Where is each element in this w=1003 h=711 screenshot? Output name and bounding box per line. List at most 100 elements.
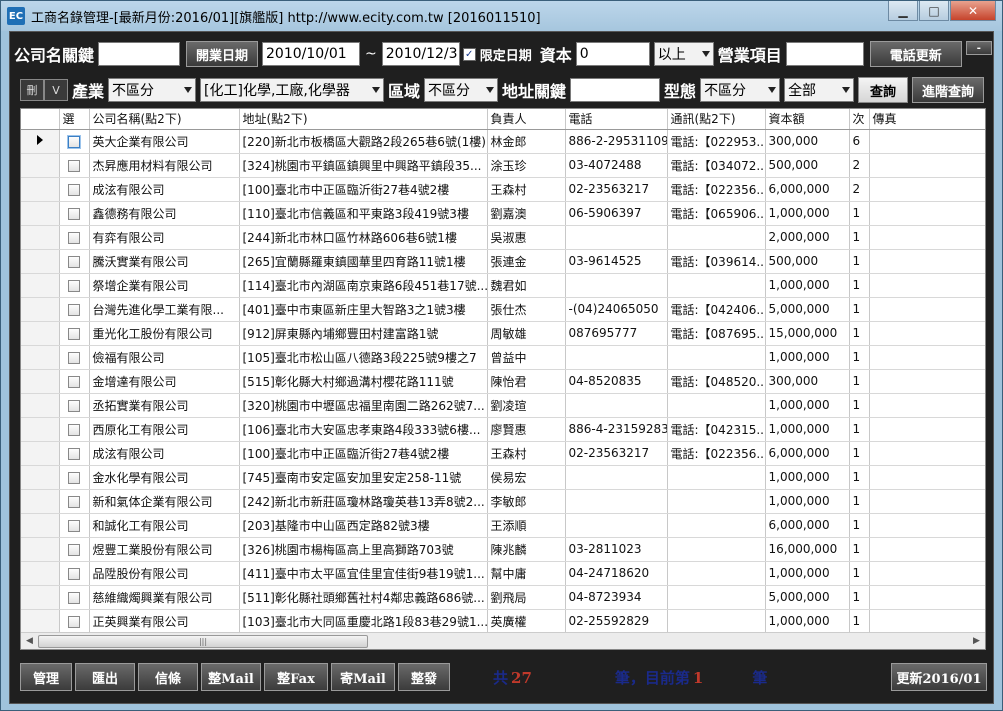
table-row[interactable]: 杰昇應用材料有限公司 [324]桃園市平鎮區鎮興里中興路平鎮段35... 涂玉珍 03…	[21, 153, 985, 178]
address-cell[interactable]: [220]新北市板橋區大觀路2段265巷6號(1樓)	[239, 129, 488, 154]
column-header[interactable]: 選	[59, 109, 90, 130]
select-cell[interactable]	[59, 609, 90, 634]
advanced-query-button[interactable]: 進階查詢	[912, 77, 985, 103]
phone-cell[interactable]: 04-8520835	[565, 369, 668, 394]
contact-cell[interactable]: 電話:【048520...	[667, 369, 766, 394]
update-data-button[interactable]: 更新2016/01	[891, 663, 987, 691]
address-cell[interactable]: [511]彰化縣社頭鄉舊社村4鄰忠義路686號...	[239, 585, 488, 610]
capital-cell[interactable]: 500,000	[765, 249, 850, 274]
contact-cell[interactable]	[667, 393, 766, 418]
row-checkbox[interactable]	[68, 207, 80, 220]
row-header[interactable]	[21, 297, 60, 322]
row-header[interactable]	[21, 201, 60, 226]
table-row[interactable]: 品陞股份有限公司 [411]臺中市太平區宜佳里宜佳街9巷19號1... 幫中庸 04-…	[21, 561, 985, 586]
phone-cell[interactable]: 087695777	[565, 321, 668, 346]
phone-update-button[interactable]: 電話更新	[869, 41, 962, 67]
fax-cell[interactable]	[869, 321, 985, 346]
contact-cell[interactable]	[667, 225, 766, 250]
address-cell[interactable]: [912]屏東縣內埔鄉豐田村建富路1號	[239, 321, 488, 346]
fax-cell[interactable]	[869, 345, 985, 370]
export-button[interactable]: 匯出	[75, 663, 135, 691]
contact-cell[interactable]	[667, 609, 766, 634]
select-cell[interactable]	[59, 441, 90, 466]
select-cell[interactable]	[59, 177, 90, 202]
date-to-input[interactable]: 2010/12/31	[381, 42, 460, 66]
table-row[interactable]: 成泫有限公司 [100]臺北市中正區臨沂街27巷4號2樓 王森村 02-2356321…	[21, 177, 985, 202]
phone-cell[interactable]: 04-8723934	[565, 585, 668, 610]
address-cell[interactable]: [515]彰化縣大村鄉過溝村櫻花路111號	[239, 369, 488, 394]
phone-cell[interactable]: 03-9614525	[565, 249, 668, 274]
select-cell[interactable]	[59, 345, 90, 370]
company-name-cell[interactable]: 杰昇應用材料有限公司	[89, 153, 240, 178]
select-cell[interactable]	[59, 369, 90, 394]
capital-cell[interactable]: 300,000	[765, 369, 850, 394]
contact-cell[interactable]	[667, 561, 766, 586]
send-mail-button[interactable]: 寄Mail	[331, 663, 395, 691]
contact-cell[interactable]: 電話:【022356...	[667, 441, 766, 466]
select-cell[interactable]	[59, 465, 90, 490]
delete-small-button[interactable]: 刪	[20, 79, 44, 101]
address-keyword-input[interactable]	[570, 78, 661, 102]
company-name-cell[interactable]: 和誠化工有限公司	[89, 513, 240, 538]
company-name-cell[interactable]: 正英興業有限公司	[89, 609, 240, 634]
row-header[interactable]	[21, 489, 60, 514]
fax-cell[interactable]	[869, 177, 985, 202]
row-header[interactable]	[21, 465, 60, 490]
select-cell[interactable]	[59, 417, 90, 442]
company-name-cell[interactable]: 成泫有限公司	[89, 177, 240, 202]
company-name-cell[interactable]: 重光化工股份有限公司	[89, 321, 240, 346]
row-header[interactable]	[21, 273, 60, 298]
collapse-button[interactable]: -	[965, 41, 992, 55]
fax-cell[interactable]	[869, 585, 985, 610]
phone-cell[interactable]: 02-23563217	[565, 441, 668, 466]
batch-fax-button[interactable]: 整Fax	[264, 663, 328, 691]
capital-cell[interactable]: 1,000,000	[765, 465, 850, 490]
table-row[interactable]: 慈維織燭興業有限公司 [511]彰化縣社頭鄉舊社村4鄰忠義路686號... 劉飛局 0…	[21, 585, 985, 610]
row-checkbox[interactable]	[68, 327, 80, 340]
fax-cell[interactable]	[869, 201, 985, 226]
address-cell[interactable]: [106]臺北市大安區忠孝東路4段333號6樓...	[239, 417, 488, 442]
address-cell[interactable]: [105]臺北市松山區八德路3段225號9樓之7	[239, 345, 488, 370]
owner-cell[interactable]: 張連金	[487, 249, 566, 274]
owner-cell[interactable]: 涂玉珍	[487, 153, 566, 178]
phone-cell[interactable]	[565, 345, 668, 370]
count-cell[interactable]: 1	[849, 537, 870, 562]
contact-cell[interactable]: 電話:【022356...	[667, 177, 766, 202]
row-header[interactable]	[21, 225, 60, 250]
fax-cell[interactable]	[869, 561, 985, 586]
phone-cell[interactable]	[565, 489, 668, 514]
contact-cell[interactable]: 電話:【022953...	[667, 129, 766, 154]
count-cell[interactable]: 1	[849, 561, 870, 586]
capital-cell[interactable]: 1,000,000	[765, 609, 850, 634]
count-cell[interactable]: 1	[849, 609, 870, 634]
count-cell[interactable]: 1	[849, 393, 870, 418]
fax-cell[interactable]	[869, 465, 985, 490]
capital-cell[interactable]: 1,000,000	[765, 345, 850, 370]
row-header[interactable]	[21, 441, 60, 466]
table-row[interactable]: 成泫有限公司 [100]臺北市中正區臨沂街27巷4號2樓 王森村 02-2356321…	[21, 441, 985, 466]
select-cell[interactable]	[59, 561, 90, 586]
owner-cell[interactable]: 侯易宏	[487, 465, 566, 490]
owner-cell[interactable]: 李敏郎	[487, 489, 566, 514]
count-cell[interactable]: 1	[849, 417, 870, 442]
count-cell[interactable]: 1	[849, 489, 870, 514]
row-header[interactable]	[21, 345, 60, 370]
column-header[interactable]: 地址(點2下)	[239, 109, 488, 130]
company-name-cell[interactable]: 品陞股份有限公司	[89, 561, 240, 586]
fax-cell[interactable]	[869, 537, 985, 562]
company-name-cell[interactable]: 新和氣体企業有限公司	[89, 489, 240, 514]
count-cell[interactable]: 1	[849, 297, 870, 322]
capital-cell[interactable]: 15,000,000	[765, 321, 850, 346]
count-cell[interactable]: 6	[849, 129, 870, 154]
batch-send-button[interactable]: 整發	[398, 663, 450, 691]
phone-cell[interactable]	[565, 273, 668, 298]
fax-cell[interactable]	[869, 129, 985, 154]
table-row[interactable]: 金增達有限公司 [515]彰化縣大村鄉過溝村櫻花路111號 陳怡君 04-852083…	[21, 369, 985, 394]
contact-cell[interactable]	[667, 537, 766, 562]
column-header[interactable]: 次	[849, 109, 870, 130]
column-header[interactable]: 負責人	[487, 109, 566, 130]
company-name-cell[interactable]: 祭增企業有限公司	[89, 273, 240, 298]
company-name-cell[interactable]: 騰沃實業有限公司	[89, 249, 240, 274]
owner-cell[interactable]: 幫中庸	[487, 561, 566, 586]
select-cell[interactable]	[59, 585, 90, 610]
